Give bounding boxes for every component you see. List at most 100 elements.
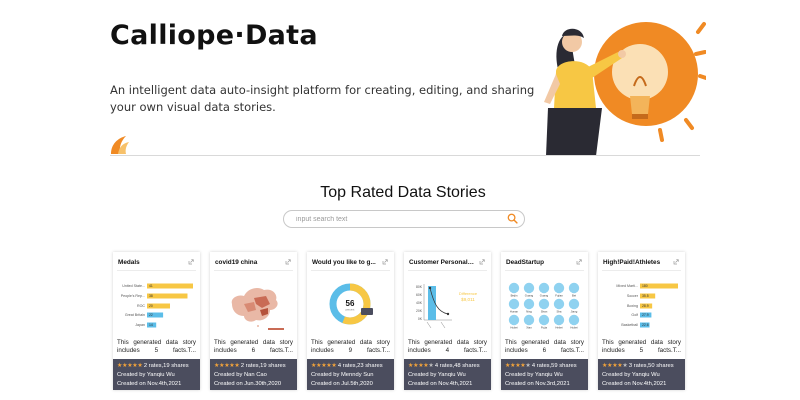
bar-label: Great Britain (125, 313, 145, 317)
card-footer: ★★★★★ 2 rates,19 shares Created by Yanqi… (113, 359, 200, 390)
donut-chart: 56 percent (329, 283, 373, 325)
rating-text: 3 rates,50 shares (628, 363, 674, 369)
rating-row: ★★★★★ 2 rates,19 shares (117, 362, 189, 369)
card-title[interactable]: Would you like to g... (312, 259, 378, 266)
bar-label: ROC (137, 304, 145, 308)
bubble-label: Hunan (510, 309, 519, 313)
bubble (523, 314, 535, 326)
rating-row: ★★★★★ 4 rates,59 shares (505, 362, 577, 369)
bubble-label: Fujia (541, 325, 548, 329)
china-map-icon (231, 288, 284, 330)
bar (147, 293, 188, 299)
donut-center-sub: percent (346, 308, 355, 312)
difference-label: Difference (459, 291, 478, 296)
card-creator: Created by Yanqiu Wu (117, 372, 175, 378)
bubble-label: Bei (572, 293, 576, 297)
story-card-covid19-china[interactable]: covid19 china This generated data story … (210, 252, 297, 390)
bubble (538, 282, 550, 294)
star-rating: ★★★★★ (214, 363, 240, 369)
star-rating: ★★★★★ (602, 363, 628, 369)
bar-value: 22 (149, 313, 153, 317)
bubble-label: Jiang (571, 309, 578, 313)
card-created-date: Created on Nov.4th,2021 (117, 380, 182, 387)
bubble-label: Ning (526, 309, 532, 313)
card-header: Customer Personality (404, 252, 491, 274)
medals-bar-chart: United State... People's Rep... ROC Grea… (121, 283, 193, 328)
bar-label: United State... (122, 284, 145, 288)
story-card-customer-personality[interactable]: Customer Personality 80K 60K 40K 20K 0K … (404, 252, 491, 390)
story-card-medals[interactable]: Medals United State... People's Rep... R… (113, 252, 200, 390)
bubble (553, 282, 565, 294)
rating-text: 2 rates,19 shares (143, 363, 189, 369)
bar-label: Golf (631, 313, 638, 317)
bubble-grid-chart: Beijin Guang Guang Fujian Bei Hunan Ning Shan Sh… (508, 282, 580, 329)
share-icon[interactable] (673, 259, 679, 265)
bubble-label: Beijin (511, 293, 518, 297)
card-title[interactable]: Customer Personality (409, 259, 475, 266)
search-box[interactable] (283, 210, 525, 228)
card-header-divider (408, 270, 487, 271)
bar-value: 27.9 (642, 313, 649, 317)
bubble-label: Shan (541, 309, 548, 313)
card-created-date: Created on Nov.3rd,2021 (505, 380, 570, 387)
bubble (568, 282, 580, 294)
story-card-deadstartup[interactable]: DeadStartup Beijin Guang Guang Fujian Bei Hun… (501, 252, 588, 390)
bubble-label: Xian (526, 325, 532, 329)
card-created-date: Created on Nov.4th,2021 (408, 380, 473, 387)
bar-value: 22.6 (642, 323, 649, 327)
y-tick: 60K (416, 293, 423, 297)
story-card-would-you-like[interactable]: Would you like to g... 56 percent This g… (307, 252, 394, 390)
card-description: This generated data story includes 5 fac… (602, 339, 681, 355)
card-created-date: Created on Jul.5th,2020 (311, 380, 373, 387)
card-header: Medals (113, 252, 200, 274)
difference-line-chart: 80K 60K 40K 20K 0K Difference $9,011 (416, 284, 478, 329)
bubble (508, 298, 520, 310)
card-footer: ★★★★★ 4 rates,23 shares Created by Mennd… (307, 359, 394, 390)
bar-value: 38 (149, 294, 153, 298)
star-rating: ★★★★★ (505, 363, 531, 369)
card-header-divider (117, 270, 196, 271)
share-icon[interactable] (285, 259, 291, 265)
bar-label: Mixed Marti... (616, 284, 638, 288)
bar-value: 20 (149, 304, 153, 308)
bar-value: 28.9 (642, 304, 649, 308)
share-icon[interactable] (479, 259, 485, 265)
card-creator: Created by Yanqiu Wu (505, 372, 563, 378)
rating-text: 2 rates,19 shares (240, 363, 286, 369)
bubble-label: Sha (557, 309, 562, 313)
card-title[interactable]: High!Paid!Athletes (603, 259, 669, 266)
bar-value: 180 (642, 284, 648, 288)
story-card-high-paid-athletes[interactable]: High!Paid!Athletes Mixed Marti... Soccer… (598, 252, 685, 390)
card-description: This generated data story includes 9 fac… (311, 339, 390, 355)
bubble-label: Guang (540, 293, 549, 297)
card-creator: Created by Yanqiu Wu (408, 372, 466, 378)
bar-value: 14 (149, 323, 153, 327)
rating-row: ★★★★★ 4 rates,48 shares (408, 362, 480, 369)
card-title[interactable]: DeadStartup (506, 259, 572, 266)
star-rating: ★★★★★ (311, 363, 337, 369)
rating-row: ★★★★★ 4 rates,23 shares (311, 362, 383, 369)
card-description: This generated data story includes 6 fac… (505, 339, 584, 355)
bar-value: 35.5 (642, 294, 649, 298)
difference-value: $9,011 (461, 297, 475, 302)
rating-text: 4 rates,48 shares (434, 363, 480, 369)
share-icon[interactable] (188, 259, 194, 265)
header-divider (110, 155, 700, 156)
donut-center-value: 56 (346, 299, 355, 308)
card-title[interactable]: covid19 china (215, 259, 281, 266)
bubble-label: Fujian (555, 293, 563, 297)
rating-row: ★★★★★ 2 rates,19 shares (214, 362, 286, 369)
card-created-date: Created on Nov.4th,2021 (602, 380, 667, 387)
card-description: This generated data story includes 4 fac… (408, 339, 487, 355)
share-icon[interactable] (576, 259, 582, 265)
card-title[interactable]: Medals (118, 259, 184, 266)
share-icon[interactable] (382, 259, 388, 265)
card-header-divider (505, 270, 584, 271)
card-creator: Created by Menndy Sun (311, 372, 374, 378)
rating-row: ★★★★★ 3 rates,50 shares (602, 362, 674, 369)
search-icon[interactable] (507, 213, 518, 224)
bubble (523, 298, 535, 310)
bubble (538, 314, 550, 326)
search-input[interactable] (296, 212, 496, 226)
bubble (508, 314, 520, 326)
